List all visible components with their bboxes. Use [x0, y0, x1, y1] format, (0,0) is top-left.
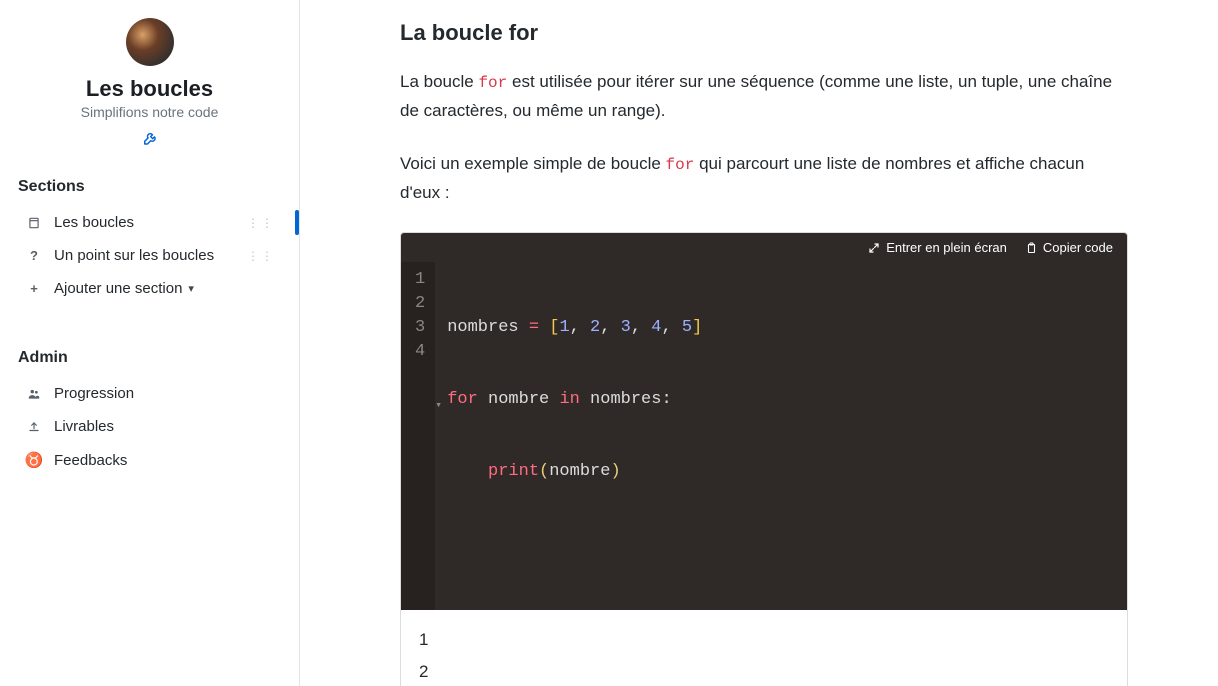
add-section-button[interactable]: + Ajouter une section ▾	[18, 272, 281, 305]
code-line: nombres = [1, 2, 3, 4, 5]	[447, 316, 702, 340]
sidebar-item-un-point[interactable]: ? Un point sur les boucles ⋮⋮	[18, 239, 281, 272]
settings-icon[interactable]	[142, 130, 158, 146]
code-line: ▾for nombre in nombres:	[447, 388, 702, 412]
fullscreen-label: Entrer en plein écran	[886, 240, 1007, 255]
question-icon: ?	[24, 248, 44, 263]
line-gutter: 1 2 3 4	[401, 262, 435, 610]
admin-heading: Admin	[18, 349, 281, 367]
text: Voici un exemple simple de boucle	[400, 154, 666, 173]
clipboard-icon	[1025, 242, 1037, 254]
text: est utilisée pour itérer sur une séquenc…	[400, 72, 1112, 120]
sidebar-item-label: Un point sur les boucles	[54, 247, 214, 264]
copy-label: Copier code	[1043, 240, 1113, 255]
fold-icon[interactable]: ▾	[435, 394, 442, 418]
content-paragraph-2: Voici un exemple simple de boucle for qu…	[400, 150, 1128, 208]
sidebar-item-label: Les boucles	[54, 214, 134, 231]
users-icon	[24, 387, 44, 401]
text: La boucle	[400, 72, 478, 91]
content-heading: La boucle for	[400, 20, 1128, 46]
code-line	[447, 532, 702, 556]
line-number: 1	[415, 268, 425, 292]
content-paragraph-1: La boucle for est utilisée pour itérer s…	[400, 68, 1128, 126]
fullscreen-button[interactable]: Entrer en plein écran	[868, 240, 1007, 255]
plus-icon: +	[24, 281, 44, 296]
sections-heading: Sections	[18, 178, 281, 196]
admin-block: Admin Progression Livrables ♉ Feedbacks	[0, 329, 299, 477]
upload-icon	[24, 420, 44, 434]
sections-block: Sections Les boucles ⋮⋮ ? Un point sur l…	[0, 158, 299, 305]
sidebar-item-feedbacks[interactable]: ♉ Feedbacks	[18, 443, 281, 477]
code-toolbar: Entrer en plein écran Copier code	[401, 233, 1127, 262]
sidebar-item-label: Feedbacks	[54, 452, 127, 469]
code-line: print(nombre)	[447, 460, 702, 484]
course-subtitle: Simplifions notre code	[81, 104, 219, 120]
line-number: 4	[415, 340, 425, 364]
sidebar-item-progression[interactable]: Progression	[18, 377, 281, 410]
main-content: La boucle for La boucle for est utilisée…	[300, 0, 1218, 686]
inline-code-for: for	[666, 156, 695, 174]
drag-handle-icon[interactable]: ⋮⋮	[247, 216, 275, 230]
output-line: 1	[419, 624, 1109, 655]
code-editor[interactable]: 1 2 3 4 nombres = [1, 2, 3, 4, 5] ▾for n…	[401, 262, 1127, 610]
taurus-icon: ♉	[24, 451, 44, 469]
copy-code-button[interactable]: Copier code	[1025, 240, 1113, 255]
code-output: 1 2 3 4 5	[401, 610, 1127, 686]
sidebar-item-livrables[interactable]: Livrables	[18, 410, 281, 443]
line-number: 3	[415, 316, 425, 340]
code-lines: nombres = [1, 2, 3, 4, 5] ▾for nombre in…	[435, 262, 714, 610]
expand-icon	[868, 242, 880, 254]
sidebar: Les boucles Simplifions notre code Secti…	[0, 0, 300, 686]
sidebar-item-label: Ajouter une section	[54, 280, 182, 297]
sidebar-header: Les boucles Simplifions notre code	[0, 18, 299, 158]
line-number: 2	[415, 292, 425, 316]
output-line: 2	[419, 656, 1109, 686]
chevron-down-icon: ▾	[188, 282, 194, 295]
sidebar-item-label: Livrables	[54, 418, 114, 435]
sidebar-item-les-boucles[interactable]: Les boucles ⋮⋮	[18, 206, 281, 239]
sidebar-item-label: Progression	[54, 385, 134, 402]
drag-handle-icon[interactable]: ⋮⋮	[247, 249, 275, 263]
inline-code-for: for	[478, 74, 507, 92]
avatar[interactable]	[126, 18, 174, 66]
book-icon	[24, 216, 44, 230]
code-card: Entrer en plein écran Copier code 1 2 3 …	[400, 232, 1128, 686]
course-title: Les boucles	[86, 76, 213, 102]
